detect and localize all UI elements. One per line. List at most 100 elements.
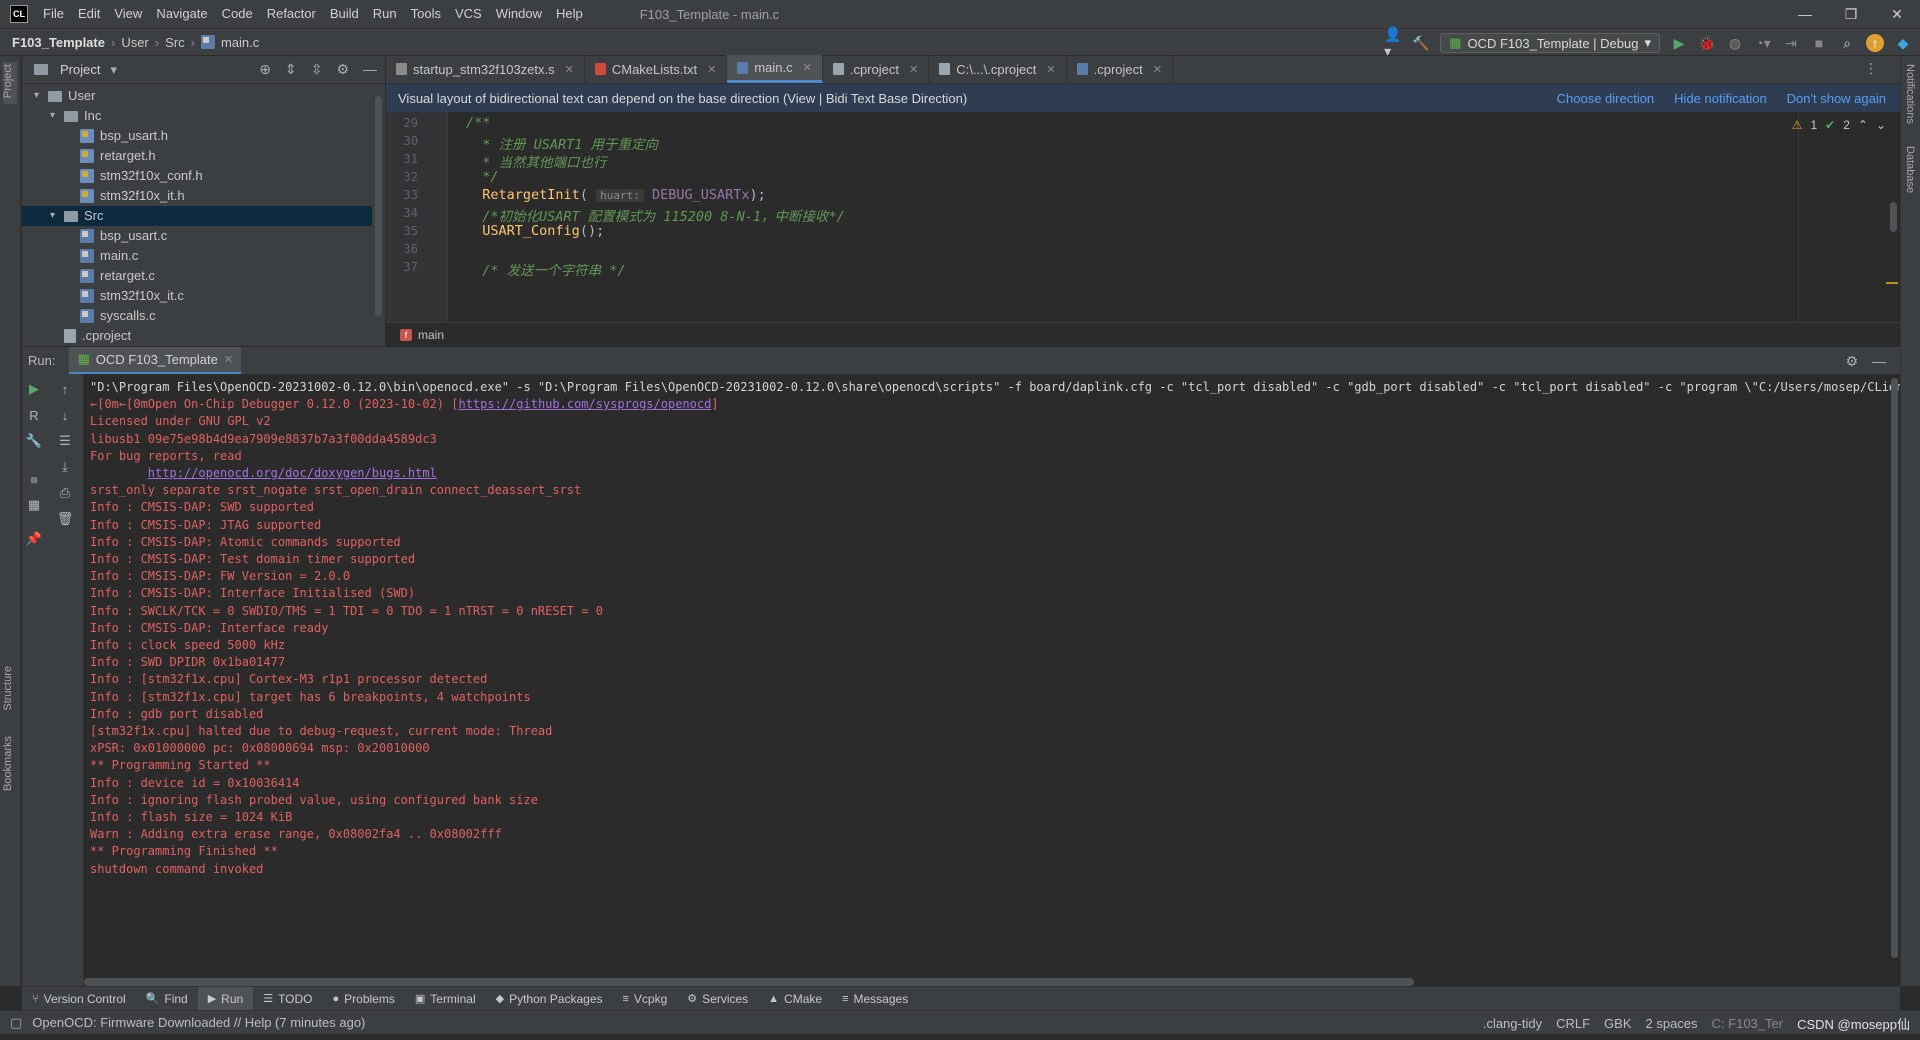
choose-direction-link[interactable]: Choose direction xyxy=(1557,91,1655,106)
tool-tab-todo[interactable]: ☰ TODO xyxy=(253,987,322,1011)
menu-item-code[interactable]: Code xyxy=(215,0,260,28)
run-tab[interactable]: ▦ OCD F103_Template ✕ xyxy=(69,346,242,375)
menu-item-build[interactable]: Build xyxy=(323,0,366,28)
code-editor[interactable]: 28293031323334353637 int main(void) {/**… xyxy=(386,112,1900,322)
close-tab-icon[interactable]: ✕ xyxy=(707,63,716,76)
gear-icon[interactable]: ⚙ xyxy=(336,61,349,78)
run-console-output[interactable]: "D:\Program Files\OpenOCD-20231002-0.12.… xyxy=(84,374,1900,986)
dont-show-again-link[interactable]: Don't show again xyxy=(1787,91,1886,106)
editor-tab[interactable]: .cproject ✕ xyxy=(823,55,930,83)
structure-tool-label[interactable]: Structure xyxy=(2,666,14,711)
tree-item[interactable]: ▾ Src xyxy=(22,206,372,226)
editor-tab[interactable]: startup_stm32f103zetx.s ✕ xyxy=(386,55,585,83)
close-icon[interactable]: ✕ xyxy=(224,353,233,366)
menu-item-run[interactable]: Run xyxy=(366,0,404,28)
breadcrumb-project[interactable]: F103_Template xyxy=(12,35,105,50)
close-tab-icon[interactable]: ✕ xyxy=(909,63,918,76)
stop-icon[interactable]: ■ xyxy=(1810,34,1828,52)
editor-scrollbar[interactable] xyxy=(1890,202,1897,232)
tool-tab-messages[interactable]: ≡ Messages xyxy=(832,987,918,1011)
breadcrumb-file[interactable]: main.c xyxy=(221,35,259,50)
notifications-tool-label[interactable]: Notifications xyxy=(1904,64,1916,124)
hide-icon[interactable]: — xyxy=(363,61,377,78)
trash-icon[interactable]: 🗑 xyxy=(56,510,74,528)
editor-tab[interactable]: main.c ✕ xyxy=(727,55,823,83)
wrench-icon[interactable]: 🔧 xyxy=(25,432,43,450)
update-icon[interactable]: ↑ xyxy=(1866,34,1884,52)
menu-item-edit[interactable]: Edit xyxy=(71,0,107,28)
debug-icon[interactable]: 🐞 xyxy=(1698,34,1716,52)
indent-widget[interactable]: 2 spaces xyxy=(1646,1016,1698,1031)
menu-item-file[interactable]: File xyxy=(36,0,71,28)
layout-icon[interactable]: ▦ xyxy=(25,496,43,514)
search-icon[interactable]: ⌕ xyxy=(1838,34,1856,52)
bookmarks-tool-label[interactable]: Bookmarks xyxy=(2,736,14,791)
editor-tab[interactable]: C:\...\.cproject ✕ xyxy=(929,55,1067,83)
locate-icon[interactable]: ⊕ xyxy=(259,61,271,78)
tree-item[interactable]: main.c xyxy=(22,246,372,266)
editor-tab[interactable]: .cproject ✕ xyxy=(1067,55,1173,83)
menu-item-view[interactable]: View xyxy=(107,0,149,28)
tool-tab-python-packages[interactable]: ◆ Python Packages xyxy=(486,987,613,1011)
line-separator-widget[interactable]: CRLF xyxy=(1556,1016,1590,1031)
menu-item-vcs[interactable]: VCS xyxy=(448,0,489,28)
clang-tidy-widget[interactable]: .clang-tidy xyxy=(1483,1016,1542,1031)
console-link[interactable]: http://openocd.org/doc/doxygen/bugs.html xyxy=(148,466,437,480)
stop-icon[interactable]: ■ xyxy=(25,470,43,488)
breadcrumb-src[interactable]: Src xyxy=(165,35,185,50)
chevron-up-icon[interactable]: ⌃ xyxy=(1858,118,1868,132)
breadcrumb-function[interactable]: main xyxy=(418,328,444,342)
menu-item-window[interactable]: Window xyxy=(489,0,549,28)
soft-wrap-icon[interactable]: ☰ xyxy=(56,432,74,450)
close-tab-icon[interactable]: ✕ xyxy=(565,63,574,76)
chevron-down-icon[interactable]: ⌄ xyxy=(1876,118,1886,132)
close-tab-icon[interactable]: ✕ xyxy=(1153,63,1162,76)
up-arrow-icon[interactable]: ↑ xyxy=(56,380,74,398)
console-link[interactable]: https://github.com/sysprogs/openocd xyxy=(458,397,711,411)
editor-tab[interactable]: CMakeLists.txt ✕ xyxy=(585,55,728,83)
project-panel-title[interactable]: Project xyxy=(60,62,100,77)
plugin-icon[interactable]: ◆ xyxy=(1894,34,1912,52)
restore-layout-icon[interactable]: R xyxy=(25,406,43,424)
tree-item[interactable]: retarget.h xyxy=(22,146,372,166)
menu-item-help[interactable]: Help xyxy=(549,0,590,28)
project-tool-label[interactable]: Project xyxy=(2,64,14,98)
rerun-icon[interactable]: ▶ xyxy=(25,380,43,398)
breadcrumb-user[interactable]: User xyxy=(121,35,148,50)
tool-tab-services[interactable]: ⚙ Services xyxy=(677,987,758,1011)
scroll-to-end-icon[interactable]: ⤓ xyxy=(56,458,74,476)
coverage-icon[interactable]: ◍ xyxy=(1726,34,1744,52)
menu-item-refactor[interactable]: Refactor xyxy=(260,0,323,28)
minimize-button[interactable]: — xyxy=(1782,0,1828,28)
close-tab-icon[interactable]: ✕ xyxy=(1046,63,1055,76)
tree-item[interactable]: syscalls.c xyxy=(22,306,372,326)
context-widget[interactable]: C: F103_Ter xyxy=(1712,1016,1784,1031)
menu-item-navigate[interactable]: Navigate xyxy=(149,0,214,28)
tree-item[interactable]: ▾ User xyxy=(22,86,372,106)
menu-item-tools[interactable]: Tools xyxy=(404,0,448,28)
restore-button[interactable]: ❐ xyxy=(1828,0,1874,28)
tool-tab-cmake[interactable]: ▲ CMake xyxy=(758,987,832,1011)
tool-tab-vcpkg[interactable]: ≡ Vcpkg xyxy=(613,987,678,1011)
expand-arrow-icon[interactable]: ▾ xyxy=(50,106,64,126)
gear-icon[interactable]: ⚙ xyxy=(1845,353,1858,370)
profile-icon[interactable]: ◔▾ xyxy=(1754,34,1772,52)
inspection-widget[interactable]: ⚠ 1 ✔ 2 ⌃ ⌄ xyxy=(1792,118,1886,132)
expand-all-icon[interactable]: ⇕ xyxy=(285,61,297,78)
expand-arrow-icon[interactable]: ▾ xyxy=(34,86,48,106)
attach-icon[interactable]: ⇥ xyxy=(1782,34,1800,52)
expand-arrow-icon[interactable]: ▾ xyxy=(50,206,64,226)
run-icon[interactable]: ▶ xyxy=(1670,34,1688,52)
down-arrow-icon[interactable]: ↓ xyxy=(56,406,74,424)
tree-item[interactable]: stm32f10x_it.h xyxy=(22,186,372,206)
tool-tab-terminal[interactable]: ▣ Terminal xyxy=(405,987,486,1011)
pin-icon[interactable]: 📌 xyxy=(25,530,43,548)
tree-item[interactable]: .cproject xyxy=(22,326,372,346)
hide-icon[interactable]: — xyxy=(1872,353,1886,370)
encoding-widget[interactable]: GBK xyxy=(1604,1016,1631,1031)
chevron-down-icon[interactable]: ▾ xyxy=(110,62,117,78)
database-tool-label[interactable]: Database xyxy=(1904,146,1916,193)
tool-tab-find[interactable]: 🔍 Find xyxy=(136,987,198,1011)
status-message[interactable]: OpenOCD: Firmware Downloaded // Help (7 … xyxy=(32,1015,365,1030)
tool-tab-version-control[interactable]: ⑂ Version Control xyxy=(22,987,136,1011)
